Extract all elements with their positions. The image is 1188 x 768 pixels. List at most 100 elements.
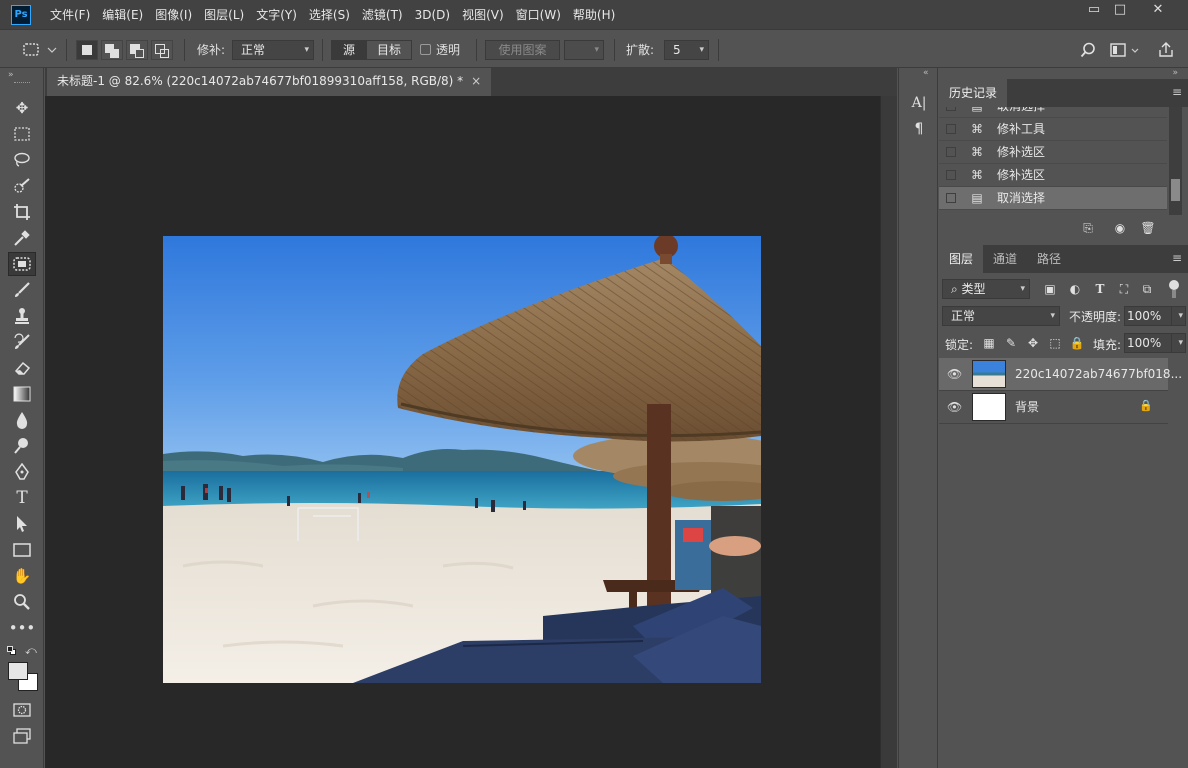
type-tool-icon[interactable]: T <box>8 486 36 510</box>
filter-toggle[interactable] <box>1169 280 1179 298</box>
hand-tool-icon[interactable]: ✋ <box>8 564 36 588</box>
menu-help[interactable]: 帮助(H) <box>567 0 621 30</box>
document-image[interactable] <box>163 236 761 683</box>
more-tools-icon[interactable]: ••• <box>8 616 36 640</box>
blend-mode-select[interactable]: 正常 ▾ <box>942 306 1060 326</box>
tab-paths[interactable]: 路径 <box>1027 245 1071 273</box>
history-item-selected[interactable]: ▤ 取消选择 <box>939 187 1167 210</box>
add-selection-button[interactable] <box>101 40 123 60</box>
marquee-tool-icon[interactable] <box>8 122 36 146</box>
source-button[interactable]: 源 <box>331 40 367 60</box>
history-checkbox[interactable] <box>946 124 956 134</box>
brush-tool-icon[interactable] <box>8 278 36 302</box>
close-tab-icon[interactable]: × <box>471 74 481 88</box>
lock-pixels-icon[interactable]: ✎ <box>1002 334 1020 352</box>
pattern-picker[interactable]: ▾ <box>564 40 604 60</box>
pixel-filter-icon[interactable]: ▣ <box>1041 280 1059 298</box>
eraser-tool-icon[interactable] <box>8 356 36 380</box>
menu-layer[interactable]: 图层(L) <box>198 0 250 30</box>
type-filter-icon[interactable]: T <box>1091 280 1109 298</box>
diffusion-select[interactable]: 5 ▾ <box>664 40 709 60</box>
menu-image[interactable]: 图像(I) <box>149 0 198 30</box>
fill-input[interactable]: 100% <box>1124 333 1172 353</box>
share-icon[interactable] <box>1157 31 1175 68</box>
adjustment-filter-icon[interactable]: ◐ <box>1066 280 1084 298</box>
opacity-dropdown[interactable]: ▾ <box>1171 306 1186 326</box>
lock-position-icon[interactable]: ✥ <box>1024 334 1042 352</box>
menu-3d[interactable]: 3D(D) <box>409 0 456 30</box>
history-scroll-thumb[interactable] <box>1171 179 1180 201</box>
history-item[interactable]: ⌘ 修补工具 <box>939 118 1167 141</box>
target-button[interactable]: 目标 <box>366 40 412 60</box>
smart-object-filter-icon[interactable]: ⧉ <box>1138 280 1156 298</box>
history-item[interactable]: ⌘ 修补选区 <box>939 164 1167 187</box>
opacity-input[interactable]: 100% <box>1124 306 1172 326</box>
default-colors-icon[interactable] <box>7 646 16 655</box>
tool-preset-picker[interactable] <box>22 31 58 68</box>
move-tool-icon[interactable]: ✥ <box>8 96 36 120</box>
layer-name[interactable]: 220c14072ab74677bf018... <box>1015 358 1182 390</box>
path-selection-tool-icon[interactable] <box>8 512 36 536</box>
history-brush-tool-icon[interactable] <box>8 330 36 354</box>
lasso-tool-icon[interactable] <box>8 148 36 172</box>
eye-icon[interactable]: 👁 <box>947 400 962 414</box>
patch-tool-icon[interactable] <box>8 252 36 276</box>
menu-select[interactable]: 选择(S) <box>303 0 356 30</box>
layer-row[interactable]: 👁 背景 🔒 <box>939 391 1168 424</box>
stamp-tool-icon[interactable] <box>8 304 36 328</box>
canvas-vertical-scrollbar[interactable] <box>880 96 897 768</box>
pen-tool-icon[interactable] <box>8 460 36 484</box>
character-panel-icon[interactable]: A| <box>908 92 930 114</box>
restore-button[interactable]: □ <box>1104 0 1136 22</box>
crop-tool-icon[interactable] <box>8 200 36 224</box>
history-checkbox[interactable] <box>946 107 956 111</box>
foreground-color-swatch[interactable] <box>8 662 28 680</box>
paragraph-panel-icon[interactable]: ¶ <box>908 118 930 140</box>
transparent-checkbox-group[interactable]: 透明 <box>420 31 460 68</box>
eye-icon[interactable]: 👁 <box>947 367 962 381</box>
camera-icon[interactable]: ◉ <box>1111 219 1129 237</box>
collapse-arrows-icon[interactable]: « <box>923 68 929 78</box>
history-checkbox[interactable] <box>946 147 956 157</box>
swap-colors-icon[interactable]: ⤺ <box>25 644 37 658</box>
layer-name[interactable]: 背景 <box>1015 391 1039 423</box>
lock-transparent-icon[interactable]: ▦ <box>980 334 998 352</box>
eyedropper-tool-icon[interactable] <box>8 226 36 250</box>
layer-filter-select[interactable]: ⌕ 类型 ▾ <box>942 279 1030 299</box>
menu-file[interactable]: 文件(F) <box>44 0 96 30</box>
close-window-button[interactable]: ✕ <box>1140 0 1176 22</box>
menu-edit[interactable]: 编辑(E) <box>96 0 149 30</box>
menu-type[interactable]: 文字(Y) <box>250 0 303 30</box>
lock-artboard-icon[interactable]: ⬚ <box>1046 334 1064 352</box>
quick-selection-tool-icon[interactable] <box>8 174 36 198</box>
menu-view[interactable]: 视图(V) <box>456 0 510 30</box>
new-document-from-state-icon[interactable]: ⎘ <box>1079 219 1097 237</box>
history-item[interactable]: ▤ 取消选择 <box>939 107 1167 118</box>
gradient-tool-icon[interactable] <box>8 382 36 406</box>
tab-layers[interactable]: 图层 <box>939 245 984 273</box>
collapse-arrows-icon[interactable]: » <box>1172 68 1178 78</box>
tab-channels[interactable]: 通道 <box>983 245 1027 273</box>
intersect-selection-button[interactable] <box>151 40 173 60</box>
subtract-selection-button[interactable] <box>126 40 148 60</box>
lock-all-icon[interactable]: 🔒 <box>1068 334 1086 352</box>
history-checkbox[interactable] <box>946 170 956 180</box>
rectangle-tool-icon[interactable] <box>8 538 36 562</box>
collapse-arrows-icon[interactable]: » <box>8 70 14 80</box>
trash-icon[interactable]: 🗑 <box>1139 219 1157 237</box>
blur-tool-icon[interactable] <box>8 408 36 432</box>
menu-filter[interactable]: 滤镜(T) <box>356 0 409 30</box>
layer-row[interactable]: 👁 220c14072ab74677bf018... <box>939 358 1182 391</box>
shape-filter-icon[interactable]: ⛶ <box>1115 280 1133 298</box>
dodge-tool-icon[interactable] <box>8 434 36 458</box>
panel-menu-icon[interactable]: ≡ <box>1172 85 1182 99</box>
zoom-tool-icon[interactable] <box>8 590 36 614</box>
transparent-checkbox[interactable] <box>420 44 431 55</box>
search-icon[interactable] <box>1080 31 1096 68</box>
history-scrollbar[interactable] <box>1169 107 1182 215</box>
history-checkbox[interactable] <box>946 193 956 203</box>
screen-mode-icon[interactable] <box>8 724 36 748</box>
fill-dropdown[interactable]: ▾ <box>1171 333 1186 353</box>
patch-mode-select[interactable]: 正常 ▾ <box>232 40 314 60</box>
history-item[interactable]: ⌘ 修补选区 <box>939 141 1167 164</box>
